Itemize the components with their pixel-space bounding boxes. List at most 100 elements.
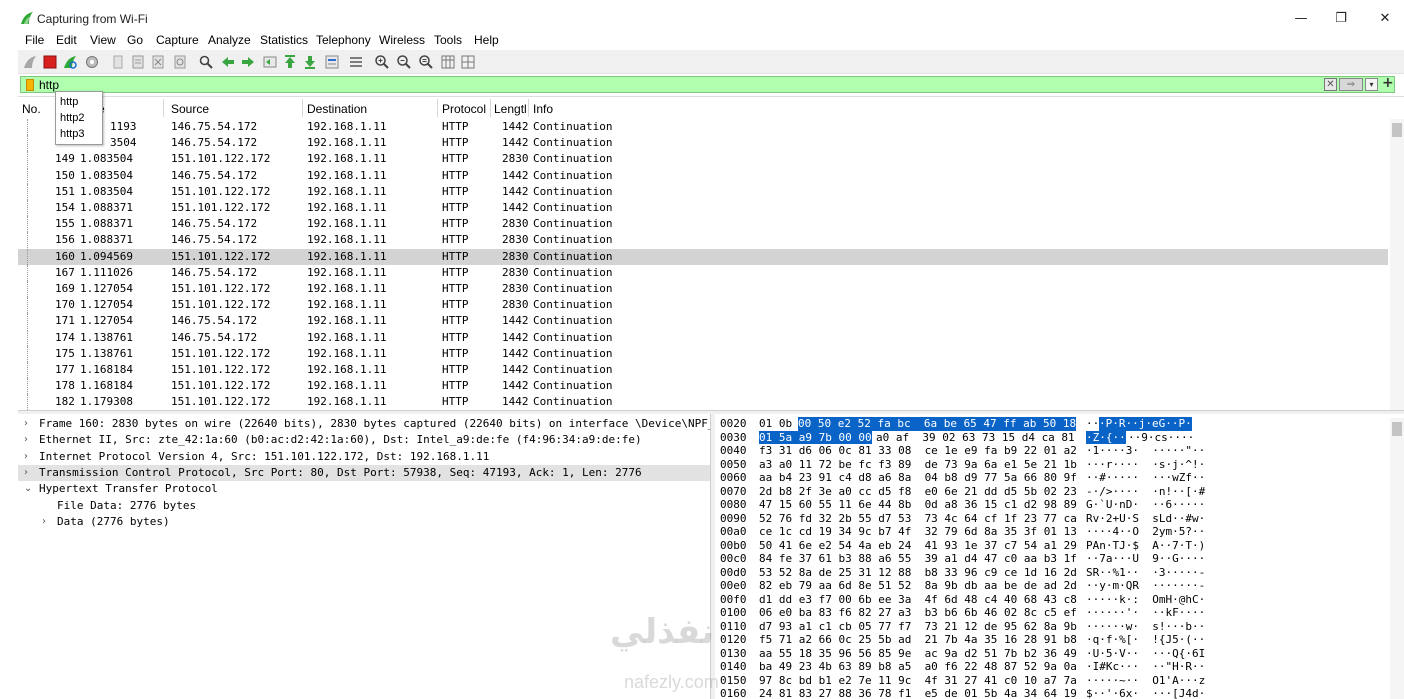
- hex-row[interactable]: 0110 d7 93 a1 c1 cb 05 77 f7 73 21 12 de …: [716, 620, 1388, 634]
- menu-file[interactable]: File: [25, 33, 44, 47]
- capture-options-icon[interactable]: [84, 54, 100, 70]
- autocomplete-item-http[interactable]: http: [60, 96, 78, 108]
- restart-capture-icon[interactable]: [62, 54, 78, 70]
- resize-columns-icon[interactable]: [440, 54, 456, 70]
- auto-scroll-icon[interactable]: [324, 54, 340, 70]
- autocomplete-item-http3[interactable]: http3: [60, 128, 84, 140]
- column-header-destination[interactable]: Destination: [307, 102, 367, 116]
- column-header-protocol[interactable]: Protocol: [442, 102, 486, 116]
- table-row[interactable]: 150 1.083504 146.75.54.172 192.168.1.11 HTTP…: [18, 167, 1388, 184]
- chevron-right-icon[interactable]: ›: [24, 416, 28, 432]
- table-row-selected[interactable]: 160 1.094569 151.101.122.172 192.168.1.11 HT…: [18, 248, 1388, 265]
- chevron-down-icon[interactable]: ▾: [1365, 78, 1378, 91]
- hex-row[interactable]: 0030 01 5a a9 7b 00 00 a0 af 39 02 63 73…: [716, 430, 1388, 444]
- hex-row[interactable]: 0130 aa 55 18 35 96 56 85 9e ac 9a d2 51 …: [716, 647, 1388, 661]
- scrollbar-thumb[interactable]: [1392, 422, 1402, 436]
- hex-row[interactable]: 0040 f3 31 d6 06 0c 81 33 08 ce 1e e9 fa …: [716, 444, 1388, 458]
- table-row[interactable]: 170 1.127054 151.101.122.172 192.168.1.11 HT…: [18, 297, 1388, 314]
- display-filter-field[interactable]: ✕ ⇒ ▾: [20, 76, 1395, 93]
- table-row[interactable]: 3504 146.75.54.172 192.168.1.11 HTTP 1442 Con…: [18, 135, 1388, 152]
- zoom-out-icon[interactable]: [396, 54, 412, 70]
- table-row[interactable]: 169 1.127054 151.101.122.172 192.168.1.11 HT…: [18, 281, 1388, 297]
- hex-row[interactable]: 00a0 ce 1c cd 19 34 9c b7 4f 32 79 6d 8a …: [716, 525, 1388, 539]
- hex-row[interactable]: 0140 ba 49 23 4b 63 89 b8 a5 a0 f6 22 48 …: [716, 660, 1388, 674]
- chevron-right-icon[interactable]: ›: [24, 465, 28, 481]
- hex-row[interactable]: 0070 2d b8 2f 3e a0 cc d5 f8 e0 6e 21 dd …: [716, 485, 1388, 499]
- hex-row[interactable]: 0120 f5 71 a2 66 0c 25 5b ad 21 7b 4a 35 …: [716, 633, 1388, 647]
- hex-row[interactable]: 0060 aa b4 23 91 c4 d8 a6 8a 04 b8 d9 77 …: [716, 471, 1388, 485]
- column-separator[interactable]: [528, 99, 529, 117]
- column-separator[interactable]: [490, 99, 491, 117]
- hex-row[interactable]: 0100 06 e0 ba 83 f6 82 27 a3 b3 b6 6b 46 …: [716, 606, 1388, 620]
- bookmark-icon[interactable]: [26, 79, 34, 91]
- hex-row[interactable]: 0020 01 0b 00 50 e2 52 fa bc 6a be 65 47…: [716, 417, 1388, 431]
- chevron-down-icon[interactable]: ⌄: [24, 481, 32, 497]
- clear-filter-icon[interactable]: ✕: [1324, 78, 1337, 91]
- layout-icon[interactable]: [460, 54, 476, 70]
- stop-capture-icon[interactable]: [42, 54, 58, 70]
- reload-file-icon[interactable]: [172, 54, 188, 70]
- menu-capture[interactable]: Capture: [156, 33, 199, 47]
- hex-row[interactable]: 0050 a3 a0 11 72 be fc f3 89 de 73 9a 6a …: [716, 458, 1388, 472]
- go-last-packet-icon[interactable]: [302, 54, 318, 70]
- bytes-scrollbar[interactable]: [1390, 418, 1404, 699]
- column-separator[interactable]: [302, 99, 303, 117]
- hex-row[interactable]: 00b0 50 41 6e e2 54 4a eb 24 41 93 1e 37 …: [716, 539, 1388, 553]
- open-file-icon[interactable]: [110, 54, 126, 70]
- tree-item-file-data[interactable]: File Data: 2776 bytes: [18, 498, 710, 514]
- menu-telephony[interactable]: Telephony: [316, 33, 371, 47]
- chevron-right-icon[interactable]: ›: [24, 432, 28, 448]
- shark-fin-icon[interactable]: [22, 54, 38, 70]
- column-separator[interactable]: [163, 99, 164, 117]
- table-row[interactable]: 178 1.168184 151.101.122.172 192.168.1.11 HT…: [18, 378, 1388, 395]
- close-file-icon[interactable]: [150, 54, 166, 70]
- table-row[interactable]: 171 1.127054 146.75.54.172 192.168.1.11 HTTP…: [18, 313, 1388, 330]
- table-row[interactable]: 149 1.083504 151.101.122.172 192.168.1.11 HT…: [18, 151, 1388, 168]
- column-header-info[interactable]: Info: [533, 102, 553, 116]
- autocomplete-item-http2[interactable]: http2: [60, 112, 84, 124]
- table-row[interactable]: 175 1.138761 151.101.122.172 192.168.1.11 HT…: [18, 345, 1388, 362]
- hex-row[interactable]: 0090 52 76 fd 32 2b 55 d7 53 73 4c 64 cf …: [716, 512, 1388, 526]
- find-packet-icon[interactable]: [198, 54, 214, 70]
- apply-filter-icon[interactable]: ⇒: [1339, 78, 1363, 91]
- go-forward-icon[interactable]: [240, 54, 256, 70]
- hex-row[interactable]: 00f0 d1 dd e3 f7 00 6b ee 3a 4f 6d 48 c4 …: [716, 593, 1388, 607]
- table-row[interactable]: 167 1.111026 146.75.54.172 192.168.1.11 HTTP…: [18, 264, 1388, 281]
- menu-statistics[interactable]: Statistics: [260, 33, 308, 47]
- tree-item-ethernet[interactable]: › Ethernet II, Src: zte_42:1a:60 (b0:ac:d…: [18, 432, 710, 448]
- tree-item-tcp[interactable]: › Transmission Control Protocol, Src Port…: [18, 464, 710, 481]
- menu-help[interactable]: Help: [474, 33, 499, 47]
- column-separator[interactable]: [437, 99, 438, 117]
- table-row[interactable]: 182 1.179308 151.101.122.172 192.168.1.11 HT…: [18, 394, 1388, 410]
- menu-tools[interactable]: Tools: [434, 33, 462, 47]
- hex-row[interactable]: 00c0 84 fe 37 61 b3 88 a6 55 39 a1 d4 47 …: [716, 552, 1388, 566]
- table-row[interactable]: 174 1.138761 146.75.54.172 192.168.1.11 HTTP…: [18, 329, 1388, 346]
- menu-analyze[interactable]: Analyze: [208, 33, 251, 47]
- table-row[interactable]: 151 1.083504 151.101.122.172 192.168.1.11 HT…: [18, 183, 1388, 200]
- chevron-right-icon[interactable]: ›: [24, 449, 28, 465]
- hex-row[interactable]: 00e0 82 eb 79 aa 6d 8e 51 52 8a 9b db aa …: [716, 579, 1388, 593]
- table-row[interactable]: 177 1.168184 151.101.122.172 192.168.1.11 HT…: [18, 362, 1388, 378]
- tree-item-http[interactable]: ⌄ Hypertext Transfer Protocol: [18, 481, 710, 497]
- tree-item-data[interactable]: › Data (2776 bytes): [18, 514, 710, 530]
- display-filter-input[interactable]: [39, 77, 1319, 92]
- menu-wireless[interactable]: Wireless: [379, 33, 425, 47]
- close-button[interactable]: ✕: [1362, 8, 1404, 30]
- hex-row[interactable]: 00d0 53 52 8a de 25 31 12 88 b8 33 96 c9 …: [716, 566, 1388, 580]
- column-header-source[interactable]: Source: [171, 102, 209, 116]
- hex-row[interactable]: 0150 97 8c bd b1 e2 7e 11 9c 4f 31 27 41 …: [716, 674, 1388, 688]
- column-header-length[interactable]: Lengtl: [494, 102, 527, 116]
- table-row[interactable]: 156 1.088371 146.75.54.172 192.168.1.11 HTTP…: [18, 232, 1388, 249]
- packet-list-scrollbar[interactable]: [1390, 119, 1404, 410]
- go-to-packet-icon[interactable]: [262, 54, 278, 70]
- colorize-icon[interactable]: [348, 54, 364, 70]
- table-row[interactable]: 155 1.088371 146.75.54.172 192.168.1.11 HTTP…: [18, 216, 1388, 233]
- tree-item-ipv4[interactable]: › Internet Protocol Version 4, Src: 151.1…: [18, 449, 710, 465]
- menu-edit[interactable]: Edit: [56, 33, 77, 47]
- maximize-button[interactable]: ❐: [1318, 8, 1364, 30]
- go-back-icon[interactable]: [220, 54, 236, 70]
- add-filter-button[interactable]: +: [1382, 75, 1394, 91]
- column-header-no[interactable]: No.: [22, 102, 41, 116]
- zoom-normal-icon[interactable]: [418, 54, 434, 70]
- table-row[interactable]: 154 1.088371 151.101.122.172 192.168.1.11 HT…: [18, 200, 1388, 216]
